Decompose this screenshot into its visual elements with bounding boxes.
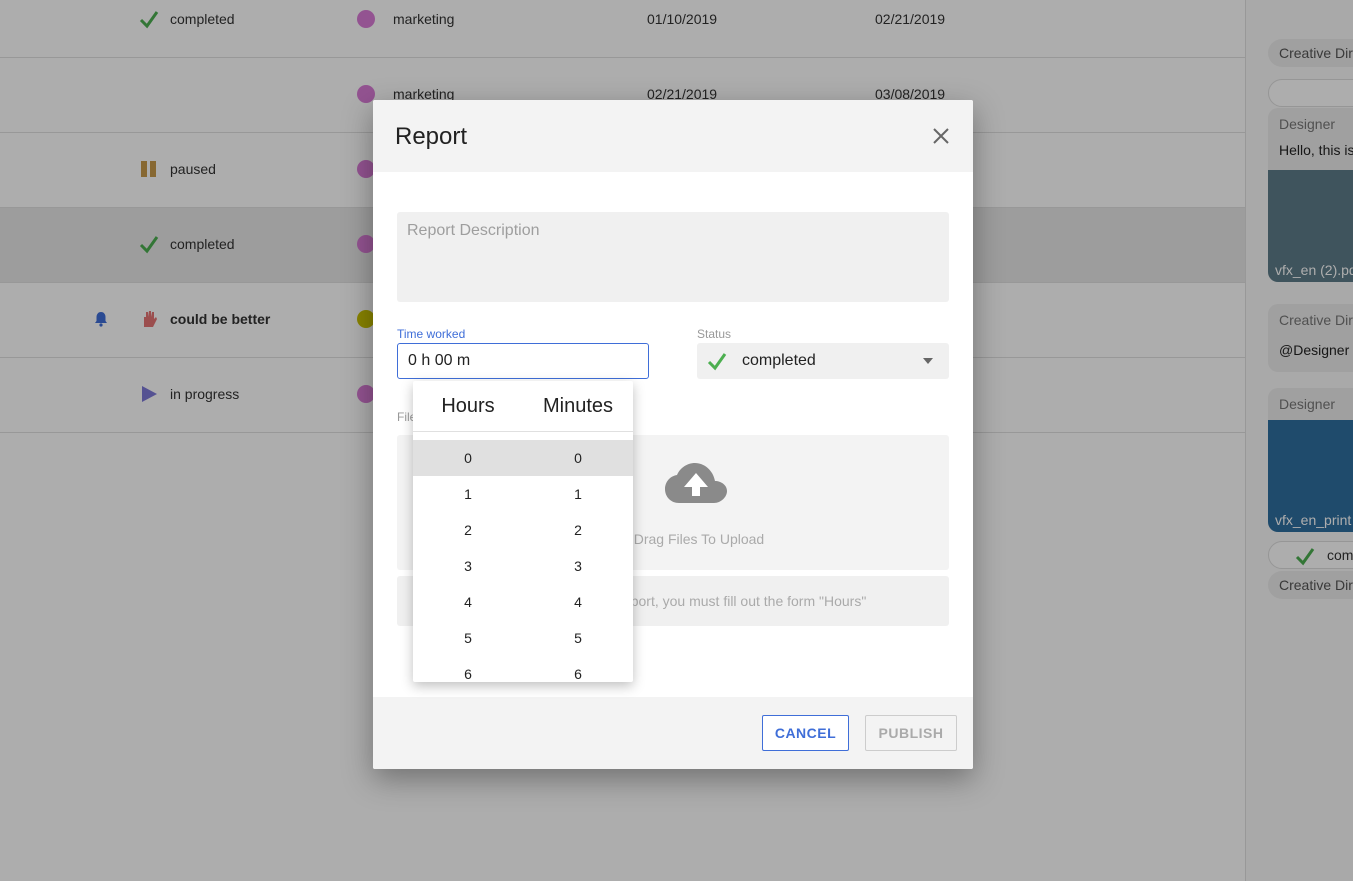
checkmark-icon	[707, 353, 727, 371]
report-description-field[interactable]	[397, 212, 949, 302]
time-worked-label: Time worked	[397, 327, 466, 341]
minute-option[interactable]: 5	[523, 620, 633, 656]
dialog-title: Report	[395, 123, 468, 150]
minute-option[interactable]: 4	[523, 584, 633, 620]
status-value: completed	[742, 352, 816, 369]
close-icon[interactable]	[929, 124, 953, 148]
time-worked-input[interactable]	[397, 343, 649, 379]
dialog-footer: CANCEL PUBLISH	[373, 697, 973, 769]
status-select[interactable]: completed	[697, 343, 949, 379]
minutes-header: Minutes	[542, 395, 614, 417]
hour-option[interactable]: 3	[413, 548, 523, 584]
hour-option[interactable]: 6	[413, 656, 523, 682]
minute-option[interactable]: 1	[523, 476, 633, 512]
minute-option[interactable]: 6	[523, 656, 633, 682]
minutes-column[interactable]: 0123456	[523, 440, 633, 682]
dialog-header: Report	[373, 100, 973, 172]
time-picker-dropdown: Hours Minutes 0123456 0123456	[413, 381, 633, 682]
hour-option[interactable]: 4	[413, 584, 523, 620]
hour-option[interactable]: 5	[413, 620, 523, 656]
publish-button[interactable]: PUBLISH	[865, 715, 957, 751]
hour-option[interactable]: 1	[413, 476, 523, 512]
minute-option[interactable]: 2	[523, 512, 633, 548]
minute-option[interactable]: 0	[523, 440, 633, 476]
status-label: Status	[697, 327, 732, 341]
hours-column[interactable]: 0123456	[413, 440, 523, 682]
cloud-upload-icon	[665, 463, 727, 503]
minute-option[interactable]: 3	[523, 548, 633, 584]
chevron-down-icon	[923, 358, 933, 364]
cancel-button[interactable]: CANCEL	[762, 715, 849, 751]
hours-header: Hours	[441, 395, 495, 417]
picker-divider	[413, 431, 633, 432]
hour-option[interactable]: 2	[413, 512, 523, 548]
hour-option[interactable]: 0	[413, 440, 523, 476]
